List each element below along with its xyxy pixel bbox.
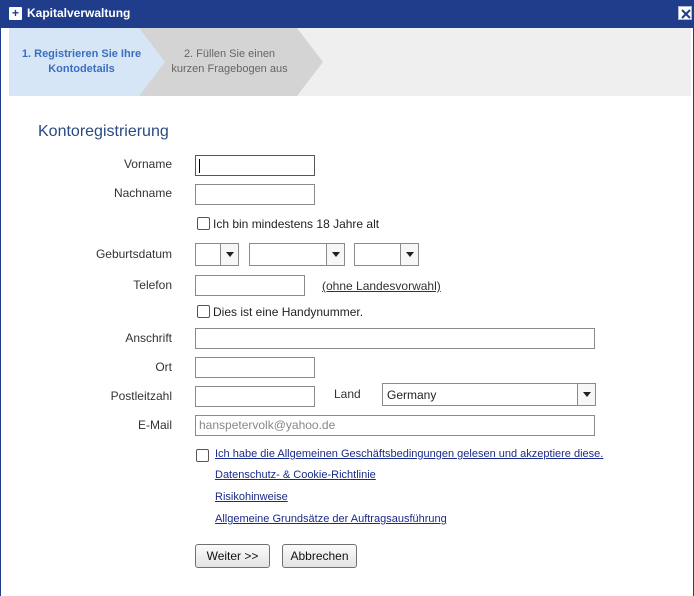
age-checkbox[interactable]: [197, 217, 210, 230]
postleitzahl-input[interactable]: [195, 386, 315, 407]
mobile-checkbox[interactable]: [197, 305, 210, 318]
wizard-steps: 2. Füllen Sie einen kurzen Fragebogen au…: [9, 28, 691, 96]
country-select[interactable]: Germany: [382, 383, 596, 406]
geburtsdatum-label: Geburtsdatum: [95, 247, 172, 261]
year-select[interactable]: [354, 243, 419, 266]
anschrift-label: Anschrift: [125, 331, 172, 345]
chevron-down-icon: [226, 252, 234, 257]
cancel-button[interactable]: Abbrechen: [282, 544, 357, 568]
mobile-checkbox-label: Dies ist eine Handynummer.: [213, 305, 364, 319]
title-bar: + Kapitalverwaltung: [1, 0, 694, 28]
terms-link[interactable]: Ich habe die Allgemeinen Geschäftsbeding…: [215, 448, 603, 460]
step-1: 1. Registrieren Sie Ihre Kontodetails: [9, 28, 167, 96]
telefon-input[interactable]: [195, 275, 305, 296]
registration-window: + Kapitalverwaltung 2. Füllen Sie einen …: [0, 0, 694, 596]
step-2-label: 2. Füllen Sie einen kurzen Fragebogen au…: [171, 48, 288, 75]
close-icon: [681, 9, 691, 19]
day-select[interactable]: [195, 243, 239, 266]
chevron-down-icon: [406, 252, 414, 257]
email-input[interactable]: hanspetervolk@yahoo.de: [195, 415, 595, 436]
dropdown-button[interactable]: [326, 244, 344, 265]
risk-notice-link[interactable]: Risikohinweise: [215, 491, 288, 503]
dropdown-button[interactable]: [220, 244, 238, 265]
age-checkbox-label: Ich bin mindestens 18 Jahre alt: [213, 217, 380, 231]
dropdown-button[interactable]: [400, 244, 418, 265]
chevron-down-icon: [332, 252, 340, 257]
dropdown-button[interactable]: [577, 384, 595, 405]
ort-label: Ort: [155, 360, 172, 374]
email-label: E-Mail: [137, 418, 172, 432]
text-caret: [199, 159, 200, 173]
form-heading: Kontoregistrierung: [38, 123, 169, 140]
close-button[interactable]: [678, 6, 692, 20]
month-select[interactable]: [249, 243, 345, 266]
order-execution-link[interactable]: Allgemeine Grundsätze der Auftragsausfüh…: [215, 513, 447, 525]
telefon-label: Telefon: [133, 278, 172, 292]
chevron-down-icon: [583, 392, 591, 397]
next-button[interactable]: Weiter >>: [195, 544, 270, 568]
land-label: Land: [334, 387, 361, 401]
nachname-label: Nachname: [113, 186, 172, 200]
step-1-label: 1. Registrieren Sie Ihre Kontodetails: [21, 48, 142, 75]
privacy-policy-link[interactable]: Datenschutz- & Cookie-Richtlinie: [215, 469, 376, 481]
terms-checkbox[interactable]: [196, 449, 209, 462]
window-title: Kapitalverwaltung: [27, 6, 131, 20]
nachname-input[interactable]: [195, 184, 315, 205]
vorname-input[interactable]: [195, 155, 315, 176]
postleitzahl-label: Postleitzahl: [110, 389, 172, 403]
phone-hint-link[interactable]: (ohne Landesvorwahl): [322, 279, 441, 293]
anschrift-input[interactable]: [195, 328, 595, 349]
ort-input[interactable]: [195, 357, 315, 378]
plus-icon: +: [9, 7, 22, 20]
vorname-label: Vorname: [123, 157, 172, 171]
